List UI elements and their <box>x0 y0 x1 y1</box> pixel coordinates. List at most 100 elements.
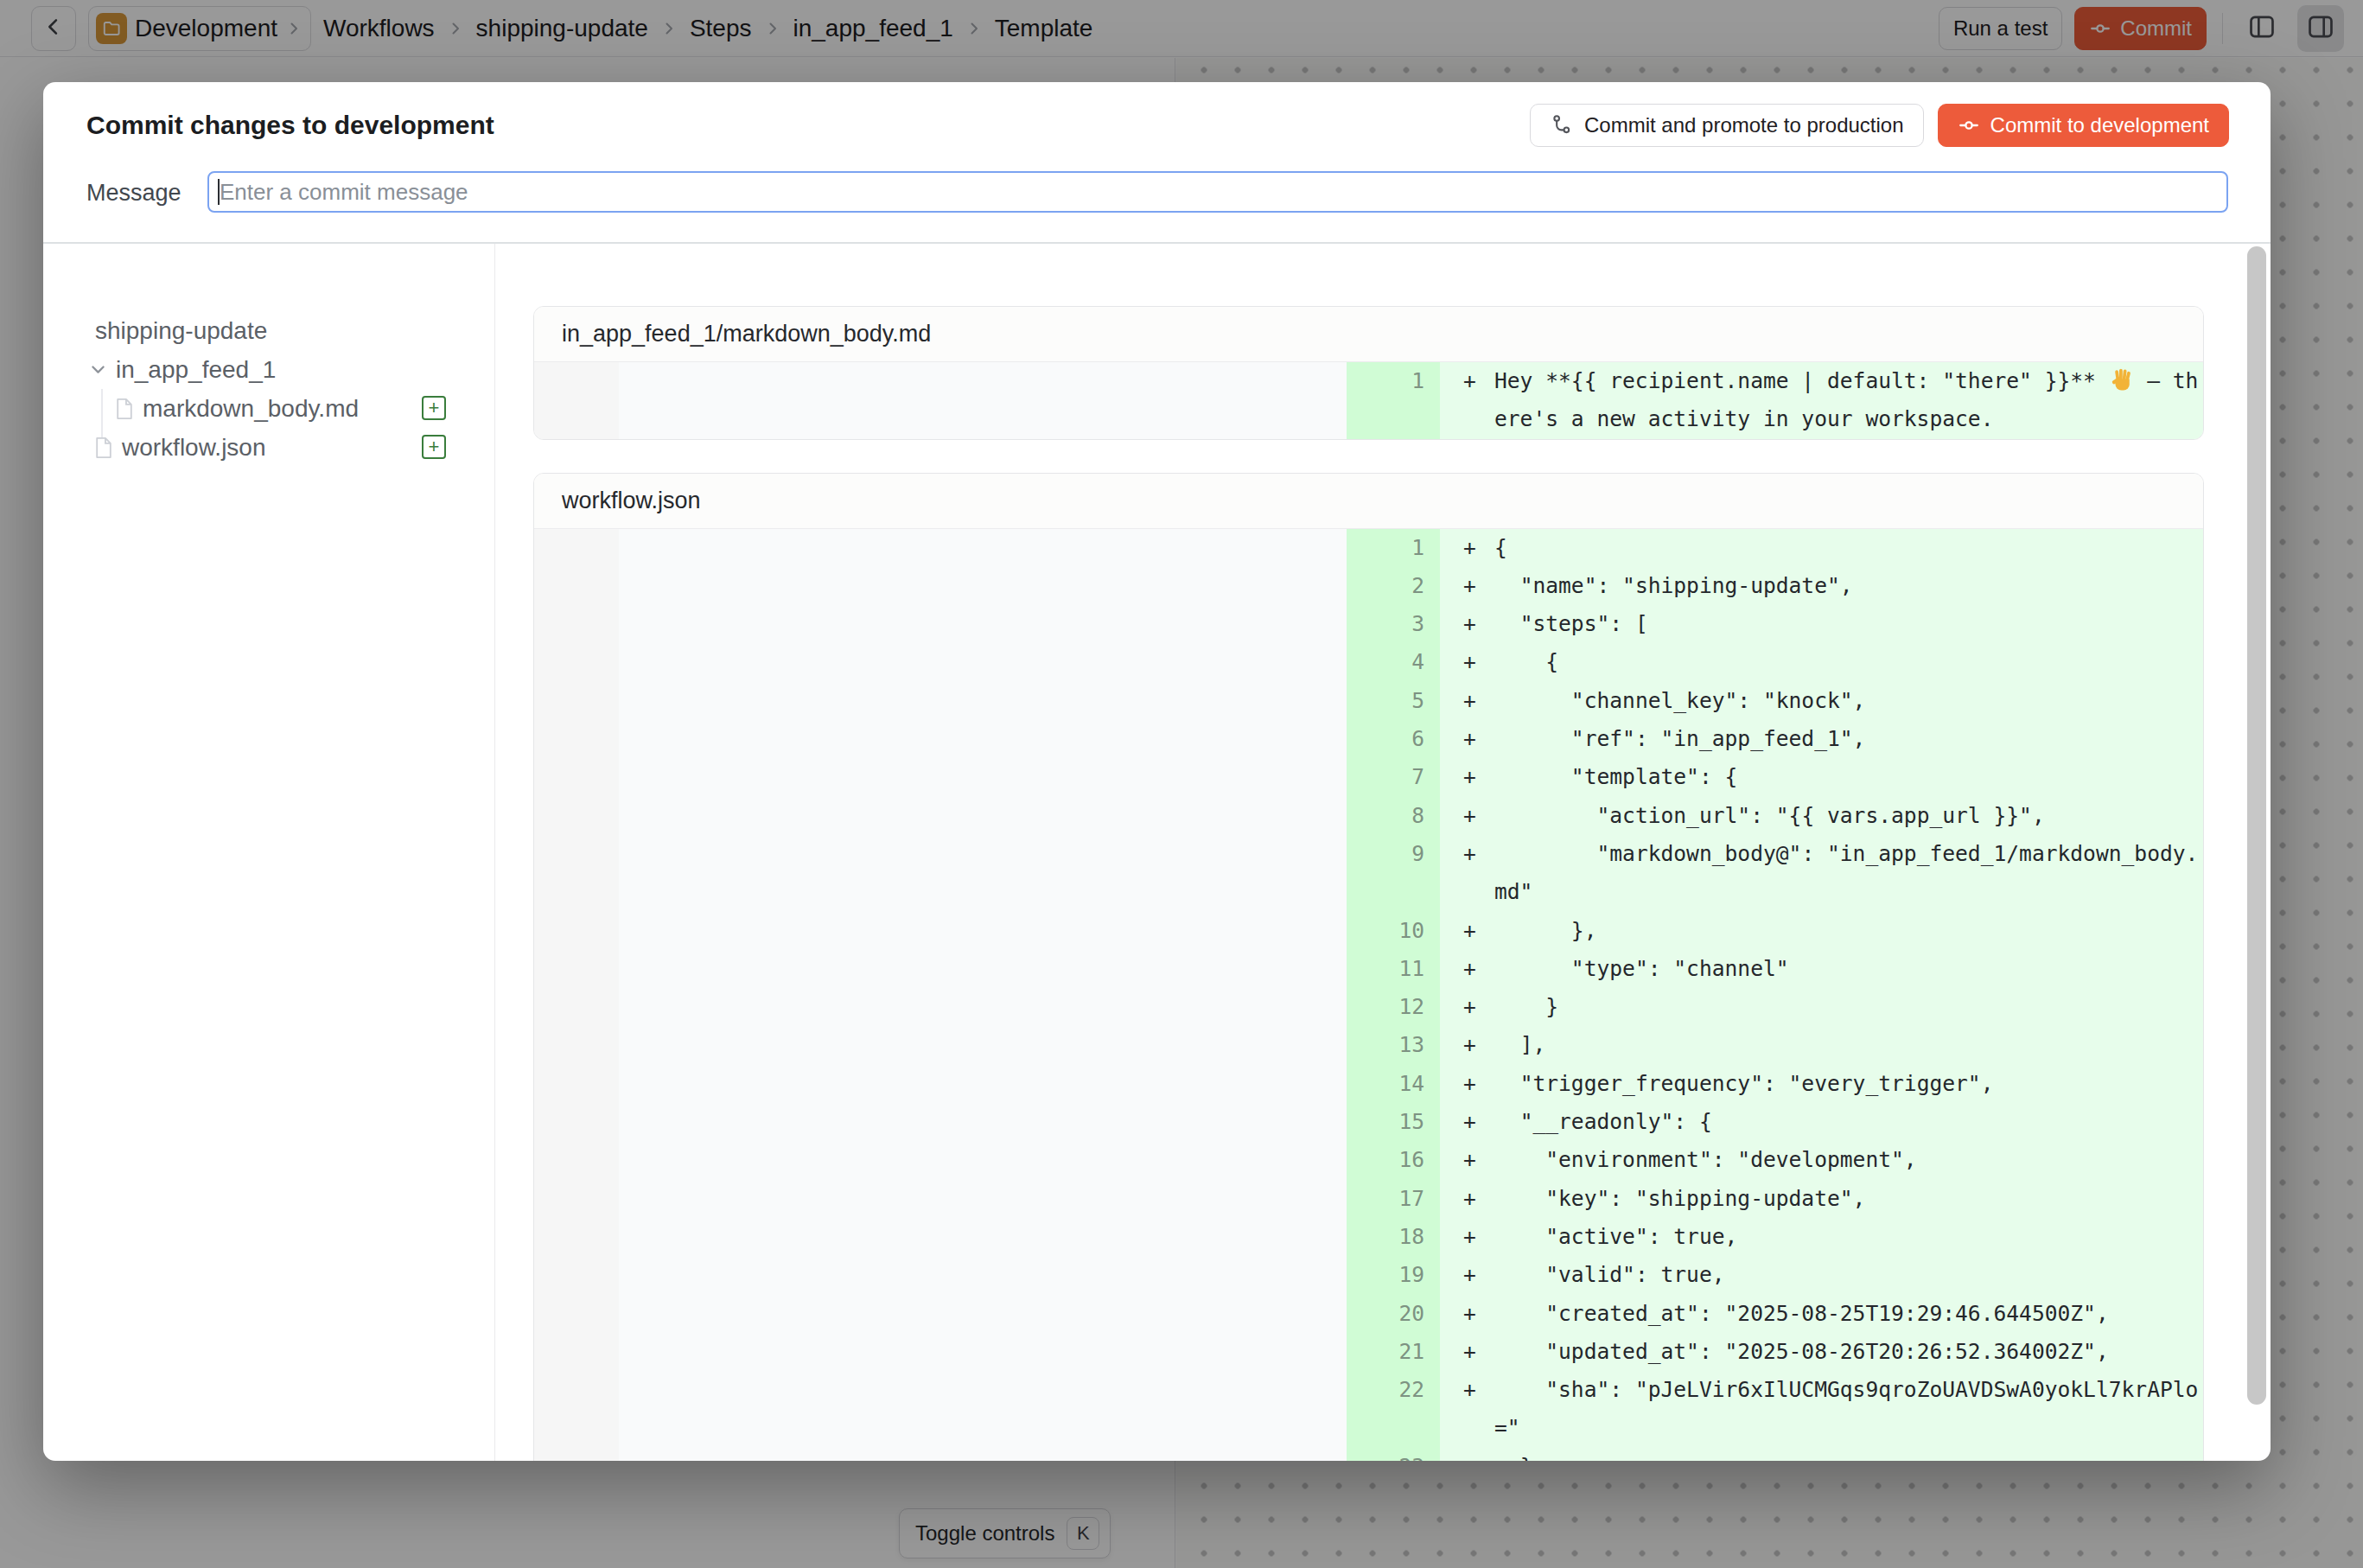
line-number: 10 <box>1347 912 1440 950</box>
old-line-gutter <box>534 567 619 605</box>
old-line-content <box>619 362 1347 439</box>
old-line-content <box>619 1180 1347 1218</box>
added-marker: + <box>1440 362 1494 439</box>
diff-row: 10+ }, <box>534 912 2203 950</box>
line-content: "action_url": "{{ vars.app_url }}", <box>1494 797 2203 835</box>
diff-row: 3+ "steps": [ <box>534 605 2203 643</box>
diff-row: 7+ "template": { <box>534 758 2203 796</box>
message-label: Message <box>86 180 182 207</box>
scrollbar-thumb[interactable] <box>2247 246 2266 1405</box>
line-number: 1 <box>1347 529 1440 567</box>
added-marker: + <box>1440 758 1494 796</box>
diff-row: 13+ ], <box>534 1026 2203 1064</box>
diff-panel-workflow: workflow.json 1+{2+ "name": "shipping-up… <box>533 473 2204 1461</box>
commit-to-development-button[interactable]: Commit to development <box>1938 104 2229 147</box>
line-content: "updated_at": "2025-08-26T20:26:52.36400… <box>1494 1333 2203 1371</box>
line-number: 6 <box>1347 720 1440 758</box>
line-number: 2 <box>1347 567 1440 605</box>
commit-modal: Commit changes to development Commit and… <box>43 82 2271 1461</box>
tree-file-markdown[interactable]: markdown_body.md + <box>43 389 494 428</box>
line-content: "valid": true, <box>1494 1256 2203 1294</box>
line-content: "environment": "development", <box>1494 1141 2203 1179</box>
old-line-content <box>619 1141 1347 1179</box>
promote-icon <box>1550 113 1574 137</box>
line-number: 21 <box>1347 1333 1440 1371</box>
tree-folder-label: in_app_feed_1 <box>116 356 276 384</box>
line-number: 5 <box>1347 682 1440 720</box>
old-line-content <box>619 1218 1347 1256</box>
diff-row: 4+ { <box>534 643 2203 681</box>
old-line-content <box>619 1371 1347 1448</box>
diff-file-name: in_app_feed_1/markdown_body.md <box>534 307 2203 362</box>
diff-row: 19+ "valid": true, <box>534 1256 2203 1294</box>
old-line-gutter <box>534 835 619 912</box>
added-marker: + <box>1440 950 1494 988</box>
text-cursor <box>218 179 220 205</box>
old-line-gutter <box>534 950 619 988</box>
line-content: } <box>1494 988 2203 1026</box>
diff-row: 23+ } <box>534 1448 2203 1461</box>
line-number: 4 <box>1347 643 1440 681</box>
line-number: 19 <box>1347 1256 1440 1294</box>
chevron-down-icon <box>86 358 110 381</box>
added-marker: + <box>1440 567 1494 605</box>
commit-message-input[interactable] <box>207 171 2228 213</box>
diff-file-name: workflow.json <box>534 474 2203 529</box>
old-line-content <box>619 529 1347 567</box>
diff-row: 9+ "markdown_body@": "in_app_feed_1/mark… <box>534 835 2203 912</box>
diff-row: 11+ "type": "channel" <box>534 950 2203 988</box>
tree-root-label: shipping-update <box>95 317 267 345</box>
modal-title: Commit changes to development <box>86 111 494 140</box>
old-line-content <box>619 1333 1347 1371</box>
added-marker: + <box>1440 1371 1494 1448</box>
old-line-gutter <box>534 1218 619 1256</box>
line-number: 7 <box>1347 758 1440 796</box>
modal-header: Commit changes to development Commit and… <box>43 82 2271 243</box>
added-marker: + <box>1440 1141 1494 1179</box>
line-number: 9 <box>1347 835 1440 912</box>
tree-file-workflow[interactable]: workflow.json + <box>43 428 494 467</box>
added-marker: + <box>1440 1103 1494 1141</box>
wave-emoji <box>2109 367 2135 392</box>
added-marker: + <box>1440 1295 1494 1333</box>
added-marker: + <box>1440 720 1494 758</box>
tree-folder[interactable]: in_app_feed_1 <box>43 350 494 389</box>
line-number: 23 <box>1347 1448 1440 1461</box>
old-line-gutter <box>534 1256 619 1294</box>
old-line-content <box>619 950 1347 988</box>
diff-row: 1+{ <box>534 529 2203 567</box>
line-content: "trigger_frequency": "every_trigger", <box>1494 1065 2203 1103</box>
old-line-gutter <box>534 1026 619 1064</box>
diff-area: in_app_feed_1/markdown_body.md 1+Hey **{… <box>495 244 2271 1461</box>
diff-row: 14+ "trigger_frequency": "every_trigger"… <box>534 1065 2203 1103</box>
diff-panel-markdown: in_app_feed_1/markdown_body.md 1+Hey **{… <box>533 306 2204 440</box>
old-line-content <box>619 682 1347 720</box>
line-number: 1 <box>1347 362 1440 439</box>
line-content: }, <box>1494 912 2203 950</box>
commit-promote-button[interactable]: Commit and promote to production <box>1530 104 1924 147</box>
old-line-content <box>619 643 1347 681</box>
line-content: "__readonly": { <box>1494 1103 2203 1141</box>
old-line-gutter <box>534 1295 619 1333</box>
old-line-content <box>619 720 1347 758</box>
line-content: "name": "shipping-update", <box>1494 567 2203 605</box>
tree-file-label: markdown_body.md <box>143 395 359 423</box>
line-content: "channel_key": "knock", <box>1494 682 2203 720</box>
old-line-gutter <box>534 1371 619 1448</box>
old-line-content <box>619 1065 1347 1103</box>
line-content: "markdown_body@": "in_app_feed_1/markdow… <box>1494 835 2203 912</box>
added-marker: + <box>1440 1026 1494 1064</box>
line-content: } <box>1494 1448 2203 1461</box>
added-marker: + <box>1440 682 1494 720</box>
diff-row: 15+ "__readonly": { <box>534 1103 2203 1141</box>
line-content: "type": "channel" <box>1494 950 2203 988</box>
old-line-gutter <box>534 797 619 835</box>
line-number: 8 <box>1347 797 1440 835</box>
old-line-gutter <box>534 1103 619 1141</box>
old-line-content <box>619 1256 1347 1294</box>
old-line-gutter <box>534 912 619 950</box>
file-icon <box>94 437 113 459</box>
line-number: 12 <box>1347 988 1440 1026</box>
changed-files-tree: shipping-update in_app_feed_1 markdown_b… <box>43 244 495 1461</box>
added-marker: + <box>1440 797 1494 835</box>
